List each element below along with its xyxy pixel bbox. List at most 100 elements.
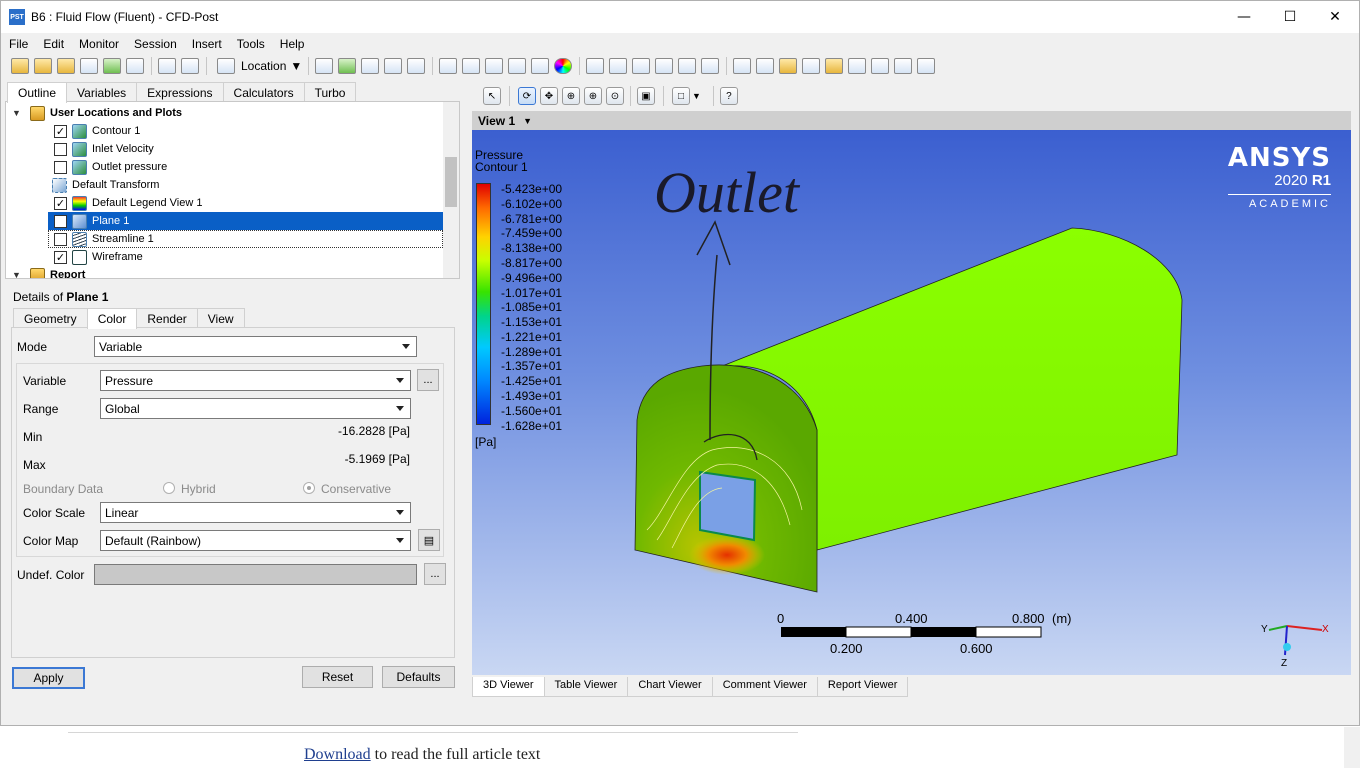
tree-item-default-legend[interactable]: ✓ Default Legend View 1 xyxy=(54,194,203,212)
mesh-calculator-icon[interactable] xyxy=(871,58,890,74)
tab-variables[interactable]: Variables xyxy=(66,82,138,102)
chevron-down-icon[interactable]: ▼ xyxy=(692,91,701,101)
color-scale-select[interactable]: Linear xyxy=(100,502,411,523)
menu-session[interactable]: Session xyxy=(126,37,184,51)
download-link[interactable]: Download xyxy=(304,746,371,763)
visibility-checkbox[interactable]: ✓ xyxy=(54,250,67,264)
viewport-layout-icon[interactable]: □ xyxy=(672,87,690,105)
tree-item-report[interactable]: ▼ Report xyxy=(12,266,85,278)
tab-3d-viewer[interactable]: 3D Viewer xyxy=(472,677,545,697)
menu-help[interactable]: Help xyxy=(272,37,312,51)
case-comparison-icon[interactable] xyxy=(894,58,913,74)
zoom-icon[interactable]: ⊕ xyxy=(562,87,580,105)
apply-button[interactable]: Apply xyxy=(12,667,85,689)
visibility-checkbox[interactable] xyxy=(54,142,67,156)
tree-item-plane-1[interactable]: Plane 1 xyxy=(48,212,443,230)
clip-plane-icon[interactable] xyxy=(531,58,550,74)
new-file-icon[interactable] xyxy=(11,58,29,74)
tab-comment-viewer[interactable]: Comment Viewer xyxy=(711,677,818,697)
defaults-button[interactable]: Defaults xyxy=(382,666,455,688)
undef-color-browse-button[interactable]: ... xyxy=(424,563,446,585)
tab-turbo[interactable]: Turbo xyxy=(303,82,357,102)
save-state-icon[interactable] xyxy=(80,58,98,74)
page-scrollbar[interactable] xyxy=(1344,727,1360,768)
maximize-button[interactable]: ☐ xyxy=(1267,1,1313,33)
color-map-editor-icon[interactable]: ▤ xyxy=(418,529,440,551)
redo-icon[interactable] xyxy=(181,58,199,74)
tree-item-streamline-1[interactable]: Streamline 1 xyxy=(48,230,443,248)
conservative-radio[interactable] xyxy=(303,482,315,494)
figure-icon[interactable] xyxy=(701,58,720,74)
scrollbar-thumb[interactable] xyxy=(445,157,457,207)
help-cursor-icon[interactable]: ? xyxy=(719,87,738,105)
visibility-checkbox[interactable] xyxy=(54,232,67,246)
table-icon[interactable] xyxy=(632,58,651,74)
tab-render[interactable]: Render xyxy=(136,308,198,328)
close-button[interactable]: ✕ xyxy=(1312,1,1358,33)
location-dropdown[interactable]: Location ▼ xyxy=(213,56,306,76)
refresh-icon[interactable] xyxy=(103,58,121,74)
menu-insert[interactable]: Insert xyxy=(184,37,229,51)
visibility-checkbox[interactable] xyxy=(54,214,67,228)
probe-icon[interactable] xyxy=(802,58,821,74)
range-select[interactable]: Global xyxy=(100,398,411,419)
collapse-icon[interactable]: ▼ xyxy=(12,108,22,118)
tree-item-inlet-velocity[interactable]: Inlet Velocity xyxy=(54,140,154,158)
mode-select[interactable]: Variable xyxy=(94,336,417,357)
animation-icon[interactable] xyxy=(756,58,775,74)
reset-button[interactable]: Reset xyxy=(302,666,373,688)
tab-chart-viewer[interactable]: Chart Viewer xyxy=(627,677,713,697)
tab-calculators[interactable]: Calculators xyxy=(222,82,305,102)
view-selector[interactable]: View 1 ▼ xyxy=(472,111,1351,130)
tree-root[interactable]: ▼ User Locations and Plots xyxy=(12,104,182,122)
text-icon[interactable] xyxy=(439,58,458,74)
variable-browse-button[interactable]: ... xyxy=(417,369,439,391)
screenshot-icon[interactable] xyxy=(126,58,144,74)
volume-render-icon[interactable] xyxy=(407,58,426,74)
tree-item-contour-1[interactable]: ✓ Contour 1 xyxy=(54,122,140,140)
chart-icon[interactable] xyxy=(655,58,674,74)
macro-calculator-icon[interactable] xyxy=(848,58,867,74)
timestep-icon[interactable] xyxy=(733,58,752,74)
variable-icon[interactable] xyxy=(586,58,605,74)
menu-tools[interactable]: Tools xyxy=(229,37,272,51)
select-icon[interactable]: ↖ xyxy=(483,87,501,105)
expression-icon[interactable] xyxy=(609,58,628,74)
quick-editor-icon[interactable] xyxy=(779,58,798,74)
pan-icon[interactable]: ✥ xyxy=(540,87,558,105)
vector-icon[interactable] xyxy=(315,58,334,74)
tab-expressions[interactable]: Expressions xyxy=(136,82,224,102)
contour-icon[interactable] xyxy=(338,58,357,74)
zoom-box-icon[interactable]: ⊕ xyxy=(584,87,602,105)
visibility-checkbox[interactable] xyxy=(54,160,67,174)
tab-geometry[interactable]: Geometry xyxy=(13,308,88,328)
rotate-icon[interactable]: ⟳ xyxy=(518,87,536,105)
menu-monitor[interactable]: Monitor xyxy=(71,37,126,51)
legend-icon[interactable] xyxy=(485,58,504,74)
comment-icon[interactable] xyxy=(678,58,697,74)
zoom-fit-icon[interactable]: ⊙ xyxy=(606,87,624,105)
variable-select[interactable]: Pressure xyxy=(100,370,411,391)
tree-scrollbar[interactable] xyxy=(443,102,459,278)
streamline-icon[interactable] xyxy=(361,58,380,74)
undo-icon[interactable] xyxy=(158,58,176,74)
tab-view[interactable]: View xyxy=(196,308,245,328)
minimize-button[interactable]: — xyxy=(1221,1,1267,33)
tab-outline[interactable]: Outline xyxy=(7,82,68,103)
tab-color[interactable]: Color xyxy=(86,308,138,329)
fit-view-icon[interactable]: ▣ xyxy=(637,87,655,105)
tab-table-viewer[interactable]: Table Viewer xyxy=(543,677,629,697)
hybrid-radio[interactable] xyxy=(163,482,175,494)
tree-item-default-transform[interactable]: Default Transform xyxy=(52,176,159,194)
undef-color-swatch[interactable] xyxy=(94,564,417,585)
particle-track-icon[interactable] xyxy=(384,58,403,74)
color-map-icon[interactable] xyxy=(554,58,573,74)
tree-item-outlet-pressure[interactable]: Outlet pressure xyxy=(54,158,167,176)
coordinate-frame-icon[interactable] xyxy=(462,58,481,74)
visibility-checkbox[interactable]: ✓ xyxy=(54,196,67,210)
3d-viewport[interactable]: Pressure Contour 1 -5.423e+00 -6.102e+00… xyxy=(472,130,1351,675)
function-calculator-icon[interactable] xyxy=(825,58,844,74)
visibility-checkbox[interactable]: ✓ xyxy=(54,124,67,138)
menu-file[interactable]: File xyxy=(1,37,35,51)
load-state-icon[interactable] xyxy=(57,58,75,74)
